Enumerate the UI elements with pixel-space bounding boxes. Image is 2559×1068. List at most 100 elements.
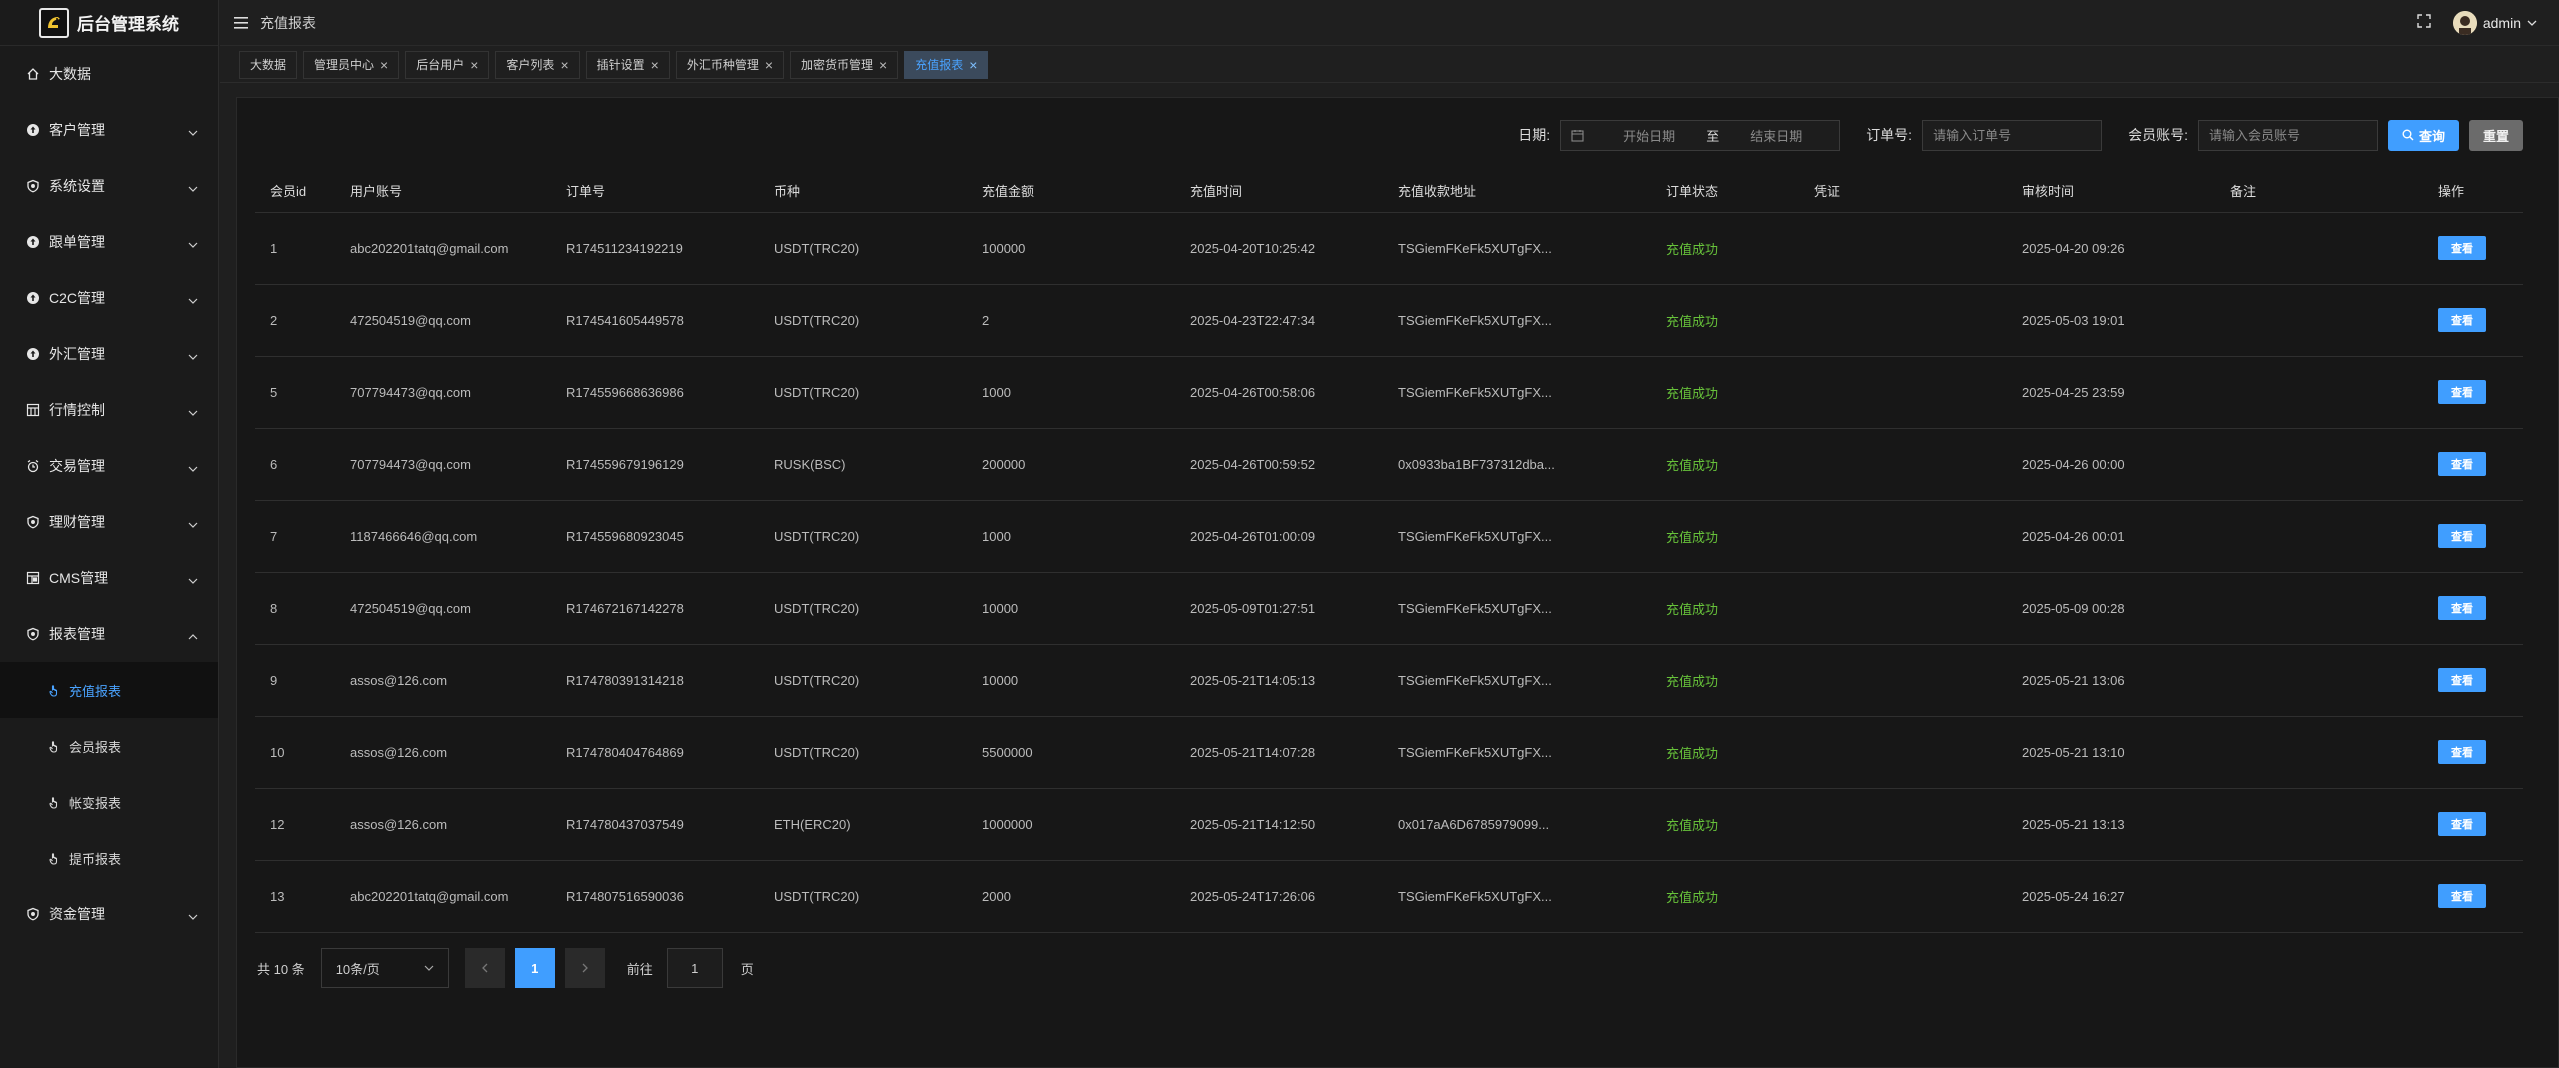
cell-note <box>2215 428 2423 501</box>
tab-4[interactable]: 插针设置 × <box>585 50 670 79</box>
order-input[interactable] <box>1922 119 2103 151</box>
tab-label: 外汇币种管理 <box>686 58 759 72</box>
page-size-select[interactable]: 10条/页 <box>320 948 449 988</box>
close-icon[interactable]: × <box>765 58 773 72</box>
close-icon[interactable]: × <box>879 58 887 72</box>
sidebar-item-10[interactable]: 报表管理 <box>0 606 218 662</box>
cell-action: 查看 <box>2423 572 2523 645</box>
next-page-button[interactable] <box>564 948 605 988</box>
cell-audit: 2025-04-25 23:59 <box>2007 356 2215 429</box>
view-button[interactable]: 查看 <box>2438 668 2486 692</box>
total-count: 共 10 条 <box>257 961 305 977</box>
cell-status: 充值成功 <box>1651 212 1799 285</box>
cell-time: 2025-04-23T22:47:34 <box>1175 284 1383 357</box>
start-date-input[interactable]: 开始日期 <box>1596 126 1702 145</box>
sidebar-item-8[interactable]: 理财管理 <box>0 494 218 550</box>
sidebar-item-5[interactable]: 外汇管理 <box>0 326 218 382</box>
cell-action: 查看 <box>2423 500 2523 573</box>
page-number-current[interactable]: 1 <box>514 948 555 988</box>
tab-label: 大数据 <box>250 58 287 72</box>
sidebar-item-3[interactable]: 跟单管理 <box>0 214 218 270</box>
top-right-tools: admin <box>2417 0 2537 46</box>
cell-audit: 2025-05-24 16:27 <box>2007 860 2215 933</box>
tab-2[interactable]: 后台用户 × <box>405 50 490 79</box>
goto-page-input[interactable] <box>666 948 723 988</box>
cell-voucher <box>1799 212 2007 285</box>
sidebar-subitem-2[interactable]: 帐变报表 <box>0 774 218 830</box>
close-icon[interactable]: × <box>380 58 388 72</box>
view-button[interactable]: 查看 <box>2438 452 2486 476</box>
column-header: 订单状态 <box>1651 170 1799 213</box>
view-button[interactable]: 查看 <box>2438 812 2486 836</box>
cell-status: 充值成功 <box>1651 788 1799 861</box>
date-label: 日期: <box>1518 127 1551 143</box>
prev-page-button[interactable] <box>464 948 505 988</box>
sidebar-item-2[interactable]: 系统设置 <box>0 158 218 214</box>
column-header: 会员id <box>255 170 335 213</box>
cell-voucher <box>1799 500 2007 573</box>
order-label: 订单号: <box>1866 127 1913 143</box>
search-button-label: 查询 <box>2418 128 2445 144</box>
tab-1[interactable]: 管理员中心 × <box>303 50 400 79</box>
cell-voucher <box>1799 860 2007 933</box>
filter-bar: 日期: 开始日期 至 结束日期 订单号: 会员账号: 查询 重置 <box>1518 119 2523 151</box>
cell-currency: USDT(TRC20) <box>759 716 967 789</box>
sidebar-item-1[interactable]: 客户管理 <box>0 102 218 158</box>
logo[interactable]: 后台管理系统 <box>0 0 218 46</box>
hamburger-icon[interactable] <box>234 16 248 29</box>
view-button[interactable]: 查看 <box>2438 740 2486 764</box>
cell-currency: USDT(TRC20) <box>759 212 967 285</box>
tab-6[interactable]: 加密货币管理 × <box>790 50 899 79</box>
cell-note <box>2215 284 2423 357</box>
layout-icon <box>26 571 40 585</box>
cell-account: 1187466646@qq.com <box>335 500 551 573</box>
cell-id: 10 <box>255 716 335 789</box>
fullscreen-icon[interactable] <box>2417 13 2431 33</box>
tab-0[interactable]: 大数据 <box>239 50 298 79</box>
cell-order: R174807516590036 <box>551 860 759 933</box>
cell-order: R174672167142278 <box>551 572 759 645</box>
sidebar-item-7[interactable]: 交易管理 <box>0 438 218 494</box>
sidebar-item-4[interactable]: C2C管理 <box>0 270 218 326</box>
close-icon[interactable]: × <box>560 58 568 72</box>
end-date-input[interactable]: 结束日期 <box>1723 126 1829 145</box>
view-button[interactable]: 查看 <box>2438 308 2486 332</box>
chevron-down-icon <box>188 517 198 528</box>
tab-3[interactable]: 客户列表 × <box>495 50 580 79</box>
sidebar-item-label: CMS管理 <box>49 570 109 586</box>
cell-time: 2025-05-09T01:27:51 <box>1175 572 1383 645</box>
sidebar-item-9[interactable]: CMS管理 <box>0 550 218 606</box>
close-icon[interactable]: × <box>470 58 478 72</box>
upload-circle-icon <box>26 291 40 305</box>
tab-5[interactable]: 外汇币种管理 × <box>675 50 785 79</box>
date-range-picker[interactable]: 开始日期 至 结束日期 <box>1560 119 1841 151</box>
cell-time: 2025-04-26T00:59:52 <box>1175 428 1383 501</box>
cell-status: 充值成功 <box>1651 644 1799 717</box>
search-icon <box>2402 129 2414 141</box>
view-button[interactable]: 查看 <box>2438 596 2486 620</box>
sidebar-nav: 大数据 客户管理 系统设置 跟单管理 C2C管理 外汇管理 行情控制 交易管理 理财管理 CMS管… <box>0 46 218 942</box>
tab-7[interactable]: 充值报表 × <box>904 50 989 79</box>
cell-currency: USDT(TRC20) <box>759 356 967 429</box>
sidebar-subitem-0[interactable]: 充值报表 <box>0 662 218 718</box>
data-table: 会员id 用户账号 订单号 币种 充值金额 充值时间 充值收款地址 订单状态 凭证 审核时间 备注操… <box>255 170 2523 933</box>
cell-order: R174780437037549 <box>551 788 759 861</box>
sidebar-item-6[interactable]: 行情控制 <box>0 382 218 438</box>
view-button[interactable]: 查看 <box>2438 236 2486 260</box>
sidebar-item-11[interactable]: 资金管理 <box>0 886 218 942</box>
cell-voucher <box>1799 788 2007 861</box>
calendar-grid-icon <box>26 403 40 417</box>
view-button[interactable]: 查看 <box>2438 524 2486 548</box>
close-icon[interactable]: × <box>969 58 977 72</box>
reset-button[interactable]: 重置 <box>2468 119 2523 151</box>
user-menu[interactable]: admin <box>2452 11 2537 35</box>
sidebar-subitem-1[interactable]: 会员报表 <box>0 718 218 774</box>
cell-account: assos@126.com <box>335 716 551 789</box>
member-input[interactable] <box>2197 119 2378 151</box>
search-button[interactable]: 查询 <box>2387 119 2459 151</box>
close-icon[interactable]: × <box>651 58 659 72</box>
sidebar-subitem-3[interactable]: 提币报表 <box>0 830 218 886</box>
view-button[interactable]: 查看 <box>2438 380 2486 404</box>
sidebar-item-0[interactable]: 大数据 <box>0 46 218 102</box>
view-button[interactable]: 查看 <box>2438 884 2486 908</box>
